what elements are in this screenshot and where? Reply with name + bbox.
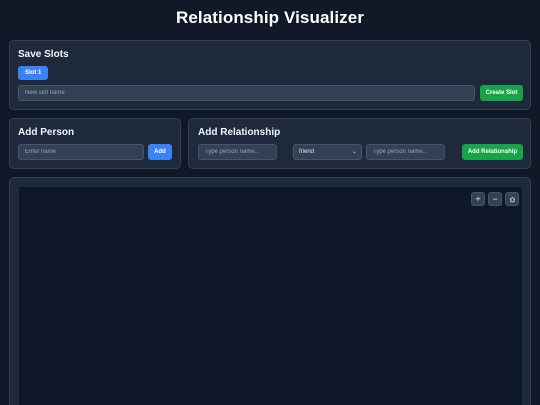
- add-relationship-title: Add Relationship: [198, 127, 281, 138]
- save-slots-panel: Save Slots Slot 1 Create Slot: [9, 40, 531, 110]
- app-title: Relationship Visualizer: [175, 8, 365, 27]
- reset-view-button[interactable]: [505, 192, 519, 206]
- add-relationship-button[interactable]: Add Relationship: [462, 144, 523, 160]
- home-icon: [509, 196, 515, 203]
- add-person-panel: Add Person Add: [9, 118, 181, 169]
- zoom-in-button[interactable]: +: [471, 192, 485, 206]
- graph-panel: + −: [9, 177, 531, 405]
- relationship-from-input[interactable]: [198, 144, 277, 160]
- add-relationship-panel: Add Relationship friend ⌄ Add Relationsh…: [188, 118, 531, 169]
- relationship-type-select[interactable]: friend ⌄: [293, 144, 362, 160]
- add-person-button[interactable]: Add: [148, 144, 172, 160]
- page: Relationship Visualizer Save Slots Slot …: [0, 0, 540, 405]
- slot-name-input[interactable]: [18, 85, 475, 101]
- relationship-type-value: friend: [299, 149, 315, 155]
- relationship-to-input[interactable]: [366, 144, 445, 160]
- save-slots-title: Save Slots: [18, 49, 69, 60]
- zoom-out-button[interactable]: −: [488, 192, 502, 206]
- person-name-input[interactable]: [18, 144, 144, 160]
- slot-button-1[interactable]: Slot 1: [18, 66, 49, 80]
- chevron-down-icon: ⌄: [351, 149, 357, 155]
- add-person-title: Add Person: [18, 127, 75, 138]
- graph-canvas[interactable]: + −: [18, 186, 523, 405]
- create-slot-button[interactable]: Create Slot: [480, 85, 523, 101]
